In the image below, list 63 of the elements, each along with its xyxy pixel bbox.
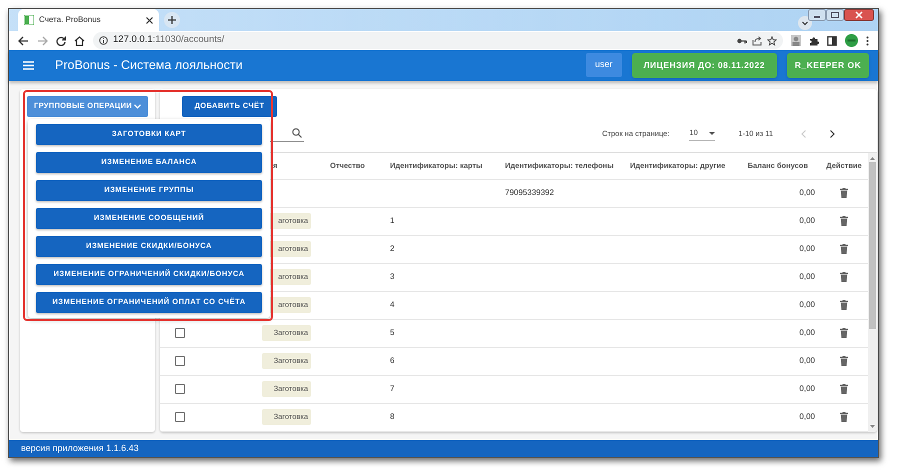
avatar-icon[interactable]	[845, 34, 858, 48]
row-checkbox[interactable]	[175, 412, 185, 422]
table-cell-text: 2	[390, 243, 396, 256]
table-cell-text: 7	[390, 383, 396, 396]
balance-cell-text: 0,00	[798, 327, 816, 340]
menu-icon[interactable]	[23, 60, 34, 70]
balance-cell-text: 0,00	[798, 299, 816, 312]
table-cell-text: 5	[390, 327, 396, 340]
more-options-icon[interactable]	[866, 36, 869, 46]
reload-icon[interactable]	[56, 36, 66, 46]
delete-icon[interactable]	[840, 272, 848, 282]
new-tab-icon[interactable]	[164, 12, 180, 28]
star-icon[interactable]	[767, 36, 777, 46]
table-cell-text: 1	[390, 215, 396, 228]
minimize-icon[interactable]	[808, 9, 826, 21]
balance-cell-text: 0,00	[798, 411, 816, 424]
table-cell-text: 6	[390, 355, 396, 368]
back-arrow-icon[interactable]	[18, 36, 29, 46]
balance-cell-text: 0,00	[798, 355, 816, 368]
app-title: ProBonus - Система лояльности	[55, 56, 243, 74]
maximize-icon[interactable]	[826, 9, 844, 21]
balance-cell-text: 0,00	[798, 271, 816, 284]
table-cell-text: 4	[390, 299, 396, 312]
profile-icon[interactable]	[791, 35, 801, 46]
close-icon[interactable]	[146, 16, 153, 24]
close-window-icon[interactable]	[844, 9, 874, 21]
page-icon	[24, 15, 34, 26]
user-button[interactable]: user	[586, 53, 622, 78]
sidebar-icon[interactable]	[827, 36, 837, 46]
share-icon[interactable]	[752, 36, 762, 46]
home-icon[interactable]	[74, 36, 85, 46]
table-cell-text: 79095339392	[505, 187, 555, 200]
row-checkbox[interactable]	[175, 356, 185, 366]
delete-icon[interactable]	[840, 356, 848, 366]
puzzle-icon[interactable]	[809, 36, 819, 46]
table-cell-text: 8	[390, 411, 396, 424]
chevron-down-icon	[134, 104, 141, 109]
delete-icon[interactable]	[840, 412, 848, 422]
balance-cell-text: 0,00	[798, 383, 816, 396]
info-icon[interactable]	[99, 36, 108, 46]
tab-title: Счета. ProBonus	[39, 14, 102, 26]
delete-icon[interactable]	[840, 244, 848, 254]
delete-icon[interactable]	[840, 300, 848, 310]
row-checkbox[interactable]	[175, 328, 185, 338]
delete-icon[interactable]	[840, 328, 848, 338]
browser-tab[interactable]: Счета. ProBonus	[18, 9, 159, 32]
table-cell-text: 3	[390, 271, 396, 284]
chevron-down-icon[interactable]	[798, 16, 812, 30]
delete-icon[interactable]	[840, 188, 848, 198]
scrollbar[interactable]	[868, 152, 877, 432]
next-page-icon[interactable]	[830, 130, 835, 138]
url-text[interactable]: 127.0.0.1:11030/accounts/	[113, 33, 224, 48]
version-text: версия приложения 1.1.6.43	[21, 442, 139, 455]
search-icon	[292, 128, 302, 138]
row-checkbox[interactable]	[175, 384, 185, 394]
delete-icon[interactable]	[840, 384, 848, 394]
delete-icon[interactable]	[840, 216, 848, 226]
scroll-down-icon[interactable]	[870, 424, 875, 428]
dropdown-icon	[709, 132, 716, 135]
balance-cell-text: 0,00	[798, 215, 816, 228]
balance-cell-text: 0,00	[798, 187, 816, 200]
key-icon[interactable]	[737, 38, 747, 44]
balance-cell-text: 0,00	[798, 243, 816, 256]
